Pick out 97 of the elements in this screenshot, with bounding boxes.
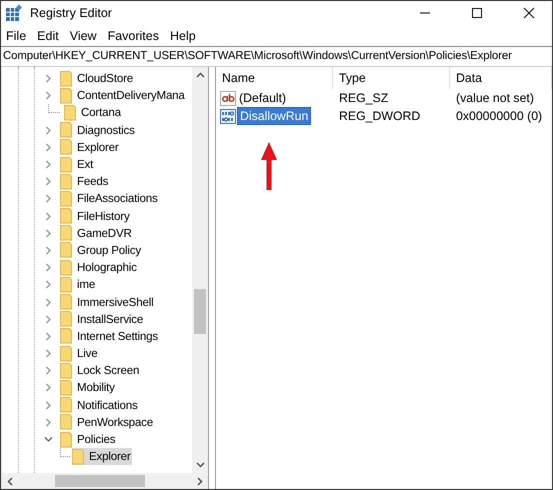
menu-item[interactable]: Favorites [104,28,166,42]
folder-icon [60,122,72,138]
scroll-up-icon[interactable] [196,72,204,78]
folder-icon [60,380,72,396]
expand-icon[interactable] [44,177,53,186]
menu-item[interactable]: Help [166,28,203,42]
tree-item[interactable]: FileHistory [60,208,131,225]
tree-item[interactable]: Notifications [60,396,139,414]
scrollbar-thumb[interactable] [194,288,206,334]
expand-icon[interactable] [44,366,53,376]
expand-icon[interactable] [44,194,53,204]
scrollbar-thumb[interactable] [54,475,145,487]
folder-icon [60,362,72,379]
folder-icon [60,174,72,190]
menu-item[interactable]: Edit [33,28,66,42]
menu-item[interactable]: File [2,28,34,42]
folder-icon [60,208,72,224]
menu-item[interactable]: View [66,28,104,42]
address-field[interactable]: Computer\HKEY_CURRENT_USER\SOFTWARE\Microsoft\Windows\CurrentVersion\Policies\Explorer [1,46,552,67]
tree-item[interactable]: Policies [60,431,116,448]
folder-icon [60,190,72,207]
tree-item[interactable]: CloudStore [60,70,134,88]
value-type: REG_DWORD [338,109,422,123]
tree-item[interactable]: Live [60,345,98,362]
tree-item[interactable]: GameDVR [60,224,133,242]
binary-value-icon [220,108,236,124]
folder-icon [60,397,72,414]
folder-icon [60,156,72,173]
folder-icon [60,414,72,430]
tree-item[interactable]: PenWorkspace [60,414,154,431]
column-header[interactable]: Type [333,67,450,89]
expand-icon[interactable] [44,400,53,410]
value-data: 0x00000000 (0) [455,109,544,123]
tree-item[interactable]: Explorer [72,448,132,466]
folder-icon [60,225,72,242]
tree-item[interactable]: Feeds [60,173,110,190]
tree-item[interactable]: Mobility [60,379,116,396]
window-title: Registry Editor [30,6,112,20]
maximize-icon[interactable] [471,7,483,19]
tree-item[interactable]: Group Policy [60,242,142,259]
expand-icon[interactable] [44,418,53,427]
folder-icon [60,70,72,87]
tree-item[interactable]: ime [60,276,96,294]
folder-icon [60,346,72,362]
folder-icon [60,260,72,276]
expand-icon[interactable] [44,349,53,358]
value-type: REG_SZ [338,91,390,105]
folder-icon [60,432,72,448]
expand-icon[interactable] [44,246,53,255]
expand-icon[interactable] [44,91,53,100]
folder-icon [60,88,72,104]
string-value-icon [220,90,236,106]
tree-item[interactable]: Lock Screen [60,362,140,380]
close-icon[interactable] [523,7,535,19]
folder-icon [60,139,72,156]
folder-icon [60,242,72,258]
expand-icon[interactable] [44,263,53,272]
value-name[interactable]: (Default) [237,90,288,106]
tree-item[interactable]: Diagnostics [60,122,136,139]
expand-icon[interactable] [44,212,53,221]
expand-icon[interactable] [44,383,53,392]
expand-icon[interactable] [44,74,53,84]
expand-icon[interactable] [44,280,53,290]
pointer-arrow [261,142,277,190]
tree-item[interactable]: ImmersiveShell [60,294,154,311]
tree-item[interactable]: Internet Settings [60,328,160,345]
tree-item[interactable]: InstallService [60,310,144,328]
horizontal-scrollbar[interactable] [2,473,208,489]
collapse-icon[interactable] [44,435,53,444]
expand-icon[interactable] [44,160,53,170]
value-name[interactable]: DisallowRun [237,107,312,125]
column-header[interactable]: Data [450,67,552,89]
folder-icon [60,328,72,344]
tree-item[interactable]: Ext [60,156,94,174]
registry-icon [5,4,23,22]
tree-item[interactable]: Explorer [60,138,120,156]
expand-icon[interactable] [44,228,53,238]
expand-icon[interactable] [44,126,53,135]
vertical-scrollbar[interactable] [192,67,208,473]
tree-item[interactable]: Holographic [60,259,138,276]
folder-icon [60,311,72,328]
expand-icon[interactable] [44,142,53,152]
expand-icon[interactable] [44,298,53,307]
tree-item[interactable]: ContentDeliveryMana [60,87,186,104]
scroll-down-icon[interactable] [196,462,204,468]
value-data: (value not set) [455,91,535,105]
scroll-right-icon[interactable] [197,476,203,486]
tree-item[interactable]: FileAssociations [60,190,159,208]
tree-item[interactable]: Cortana [64,104,122,122]
folder-icon [72,448,84,465]
folder-icon [64,104,76,121]
expand-icon[interactable] [44,314,53,324]
scroll-left-icon[interactable] [7,476,13,486]
folder-icon [60,294,72,310]
folder-icon [60,276,72,293]
column-header[interactable]: Name [216,67,333,89]
expand-icon[interactable] [44,332,53,341]
